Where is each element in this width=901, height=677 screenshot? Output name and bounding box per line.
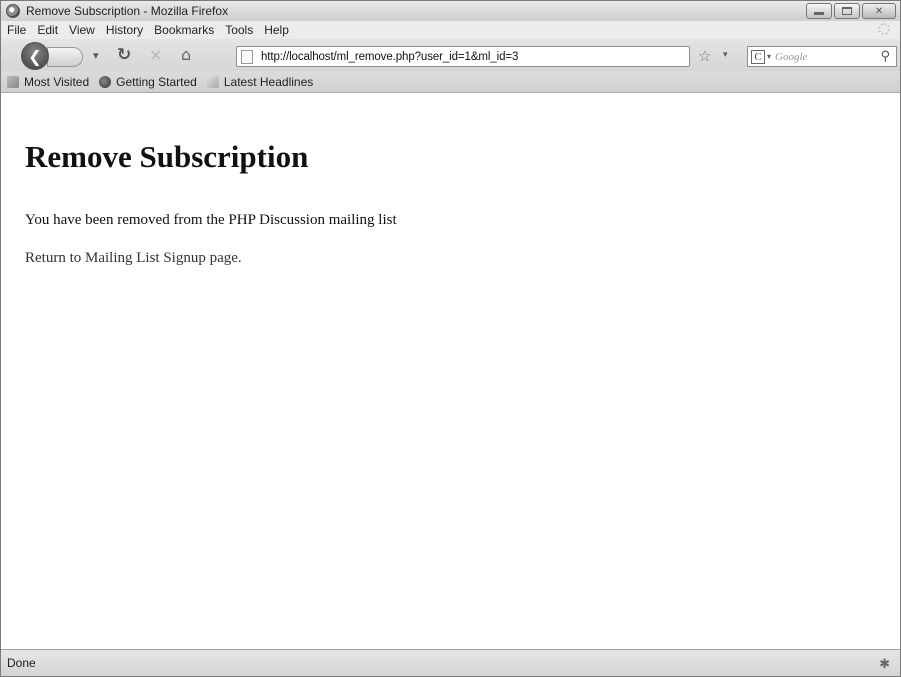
menu-history[interactable]: History (106, 23, 143, 37)
bookmark-getting-started[interactable]: Getting Started (99, 75, 197, 89)
search-engine-icon[interactable]: C (751, 49, 765, 64)
menu-edit[interactable]: Edit (37, 23, 58, 37)
forward-button[interactable] (47, 47, 83, 67)
search-magnifier-icon[interactable]: ⚲ (880, 49, 890, 64)
bookmark-star-icon[interactable]: ☆ (698, 47, 711, 65)
resize-grip-icon[interactable]: ✱ (879, 656, 890, 672)
navigation-toolbar: ❮ ▾ ↻ ✕ ⌂ http://localhost/ml_remove.php… (1, 39, 900, 71)
firefox-logo-icon (6, 4, 20, 18)
bookmark-latest-headlines[interactable]: Latest Headlines (206, 74, 314, 89)
status-text: Done (7, 656, 36, 670)
search-input[interactable] (775, 50, 864, 63)
most-visited-icon (7, 75, 19, 88)
url-text[interactable]: http://localhost/ml_remove.php?user_id=1… (261, 51, 518, 63)
rss-feed-icon (206, 75, 219, 88)
bookmark-label: Latest Headlines (223, 74, 314, 89)
page-icon (241, 49, 253, 64)
address-bar[interactable]: http://localhost/ml_remove.php?user_id=1… (236, 46, 690, 67)
removal-message: You have been removed from the PHP Discu… (25, 212, 397, 228)
status-bar: Done ✱ (1, 649, 900, 676)
window-controls: ✕ (806, 3, 896, 19)
maximize-icon (835, 4, 859, 18)
page-heading: Remove Subscription (25, 139, 309, 174)
menu-tools[interactable]: Tools (225, 23, 253, 37)
back-button[interactable]: ❮ (21, 42, 49, 70)
window-title: Remove Subscription - Mozilla Firefox (26, 4, 229, 18)
back-arrow-icon: ❮ (28, 46, 42, 66)
bookmark-most-visited[interactable]: Most Visited (7, 75, 89, 89)
activity-throbber-icon (878, 23, 890, 35)
page-content: Remove Subscription You have been remove… (1, 94, 900, 646)
search-box[interactable]: C ▾ ⚲ (747, 46, 897, 67)
bookmark-label: Getting Started (116, 74, 197, 89)
minimize-button[interactable] (806, 3, 832, 19)
browser-window: Remove Subscription - Mozilla Firefox ✕ … (0, 0, 901, 677)
menu-bookmarks[interactable]: Bookmarks (154, 23, 214, 37)
return-to-signup-link[interactable]: Return to Mailing List Signup page. (25, 250, 242, 267)
url-dropdown-icon[interactable]: ▾ (723, 50, 728, 60)
bookmark-label: Most Visited (24, 74, 90, 89)
menu-bar: File Edit View History Bookmarks Tools H… (1, 21, 900, 39)
getting-started-icon (99, 75, 112, 88)
search-engine-dropdown-icon[interactable]: ▾ (767, 52, 771, 61)
menu-file[interactable]: File (7, 23, 26, 37)
close-button[interactable]: ✕ (862, 3, 896, 19)
maximize-button[interactable] (834, 3, 860, 19)
menu-view[interactable]: View (69, 23, 95, 37)
reload-icon[interactable]: ↻ (117, 45, 131, 65)
history-dropdown-icon[interactable]: ▾ (93, 49, 99, 62)
stop-icon[interactable]: ✕ (149, 46, 162, 65)
home-icon[interactable]: ⌂ (181, 45, 191, 64)
menu-help[interactable]: Help (264, 23, 289, 37)
close-icon: ✕ (874, 5, 884, 17)
minimize-icon (807, 4, 831, 18)
bookmarks-toolbar: Most Visited Getting Started Latest Head… (1, 71, 900, 93)
title-bar: Remove Subscription - Mozilla Firefox ✕ (1, 1, 900, 21)
